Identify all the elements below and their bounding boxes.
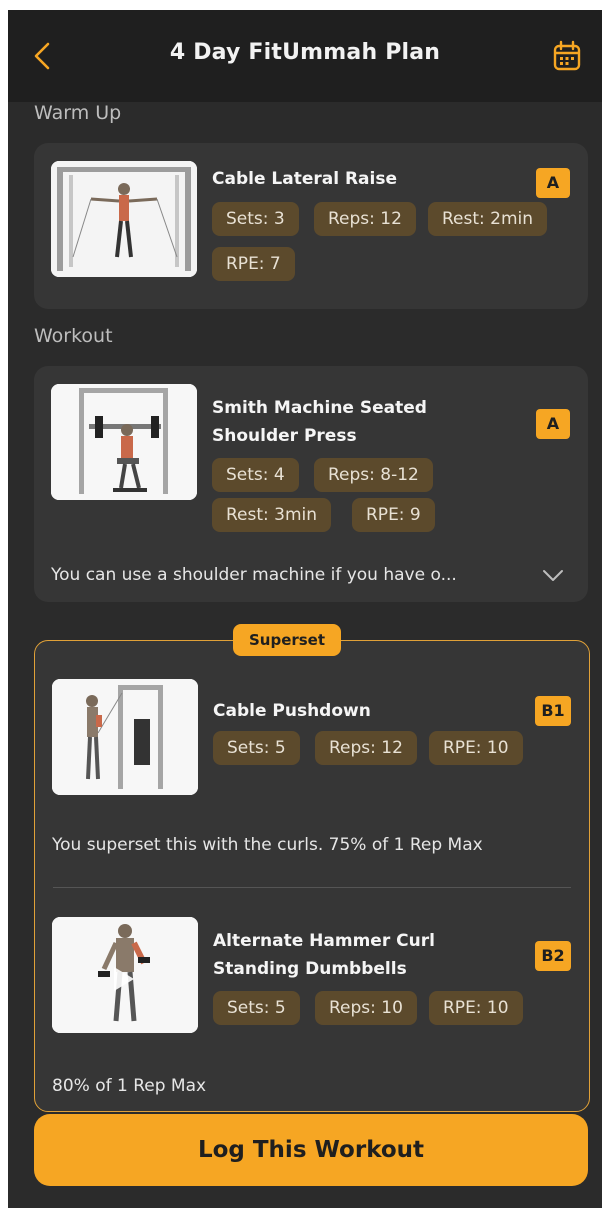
reps-chip: Reps: 12 — [314, 202, 416, 236]
divider — [53, 887, 571, 888]
rest-chip: Rest: 2min — [428, 202, 548, 236]
exercise-name: Cable Lateral Raise — [212, 169, 397, 189]
chevron-down-icon[interactable] — [542, 569, 564, 583]
exercise-note: You can use a shoulder machine if you ha… — [51, 565, 457, 585]
top-bar: 4 Day FitUmmah Plan — [8, 10, 602, 102]
exercise-thumbnail[interactable] — [51, 384, 197, 500]
sets-chip: Sets: 5 — [213, 991, 300, 1025]
exercise-tag-badge: A — [536, 409, 570, 439]
exercise-tag-badge: B2 — [535, 941, 571, 971]
exercise-name-line1: Smith Machine Seated — [212, 398, 427, 418]
page-title: 4 Day FitUmmah Plan — [169, 40, 441, 65]
log-workout-button[interactable]: Log This Workout — [34, 1114, 588, 1186]
cable-pushdown-illustration-icon — [52, 679, 198, 795]
rpe-chip: RPE: 7 — [212, 247, 295, 281]
exercise-note: You superset this with the curls. 75% of… — [52, 835, 483, 855]
exercise-name-line1: Alternate Hammer Curl — [213, 931, 435, 951]
section-title-workout: Workout — [34, 325, 113, 347]
sets-chip: Sets: 5 — [213, 731, 300, 765]
exercise-thumbnail[interactable] — [52, 917, 198, 1033]
section-title-warmup: Warm Up — [34, 102, 122, 124]
exercise-name-line2: Shoulder Press — [212, 426, 357, 446]
reps-chip: Reps: 10 — [315, 991, 417, 1025]
exercise-tag-badge: B1 — [535, 696, 571, 726]
sets-chip: Sets: 3 — [212, 202, 299, 236]
reps-chip: Reps: 12 — [315, 731, 417, 765]
exercise-note: 80% of 1 Rep Max — [52, 1076, 207, 1096]
exercise-thumbnail[interactable] — [52, 679, 198, 795]
exercise-name-line2: Standing Dumbbells — [213, 959, 407, 979]
superset-group: Cable Pushdown B1 Sets: 5 Reps: 12 RPE: … — [34, 640, 590, 1112]
exercise-thumbnail[interactable] — [51, 161, 197, 277]
hammer-curl-illustration-icon — [52, 917, 198, 1033]
exercise-card-smith-machine-shoulder-press[interactable]: Smith Machine Seated Shoulder Press A Se… — [34, 366, 588, 602]
rest-chip: Rest: 3min — [212, 498, 332, 532]
reps-chip: Reps: 8-12 — [314, 458, 433, 492]
calendar-icon[interactable] — [552, 40, 582, 72]
superset-label: Superset — [233, 624, 341, 656]
smith-machine-press-illustration-icon — [51, 384, 197, 500]
rpe-chip: RPE: 10 — [429, 731, 523, 765]
sets-chip: Sets: 4 — [212, 458, 299, 492]
rpe-chip: RPE: 9 — [352, 498, 435, 532]
exercise-tag-badge: A — [536, 168, 570, 198]
exercise-card-cable-lateral-raise[interactable]: Cable Lateral Raise A Sets: 3 Reps: 12 R… — [34, 143, 588, 309]
cable-lateral-raise-illustration-icon — [51, 161, 197, 277]
app-screen: 4 Day FitUmmah Plan Warm Up Cable Latera… — [8, 10, 602, 1208]
rpe-chip: RPE: 10 — [429, 991, 523, 1025]
exercise-name: Cable Pushdown — [213, 701, 371, 721]
